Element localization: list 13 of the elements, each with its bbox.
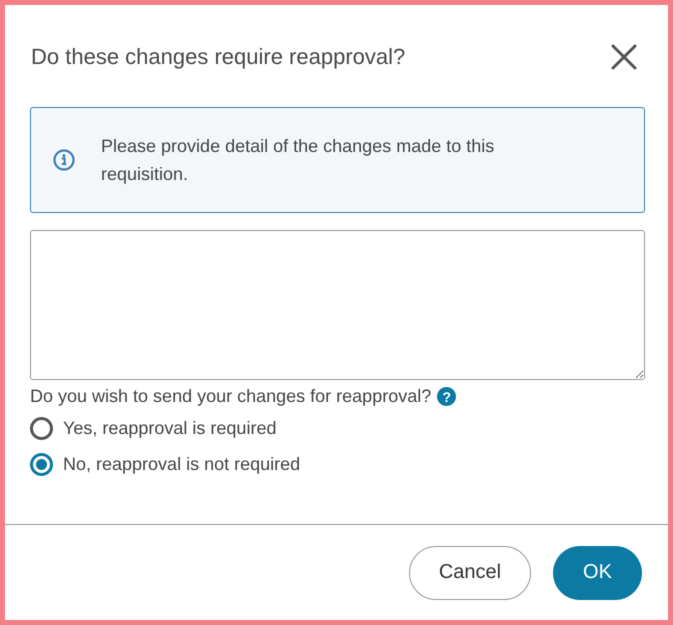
cancel-button[interactable]: Cancel <box>409 546 531 600</box>
radio-button[interactable] <box>30 453 53 476</box>
radio-button[interactable] <box>30 417 53 440</box>
help-icon[interactable]: ? <box>437 387 456 406</box>
info-message: Please provide detail of the changes made to this requisition. <box>101 135 496 186</box>
ok-button[interactable]: OK <box>553 546 642 600</box>
close-button[interactable] <box>610 43 638 71</box>
info-icon <box>53 149 75 171</box>
dialog-title: Do these changes require reapproval? <box>31 44 406 70</box>
option-label[interactable]: No, reapproval is not required <box>63 454 300 475</box>
question-label: Do you wish to send your changes for reapproval? <box>30 386 432 407</box>
details-field[interactable] <box>30 230 645 380</box>
option-label[interactable]: Yes, reapproval is required <box>63 418 276 439</box>
